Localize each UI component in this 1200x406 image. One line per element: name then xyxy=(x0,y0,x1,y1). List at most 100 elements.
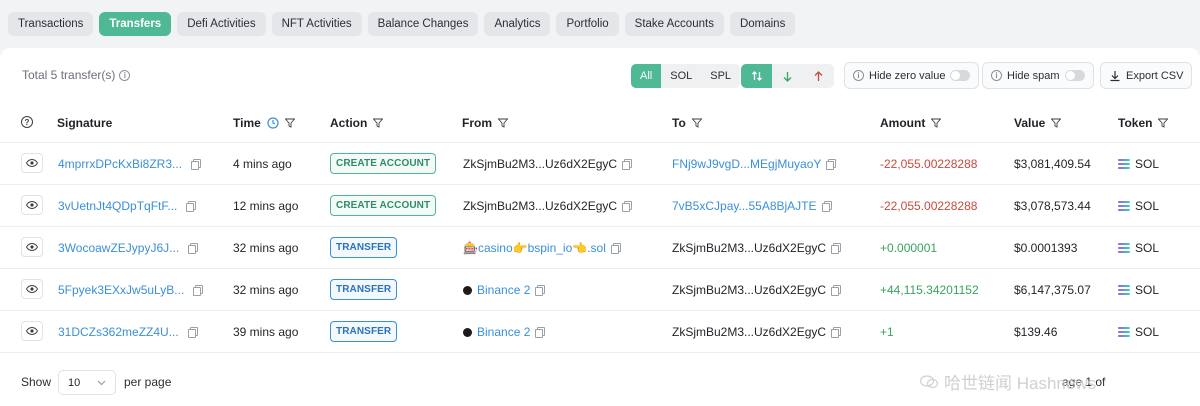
action-badge: CREATE ACCOUNT xyxy=(330,195,437,216)
filter-icon[interactable] xyxy=(1158,118,1169,128)
copy-icon[interactable] xyxy=(535,285,546,296)
signature-cell: 5Fpyek3EXxJw5uLyB... xyxy=(58,283,204,297)
to-cell: FNj9wJ9vgD...MEgjMuyaoY xyxy=(672,157,837,171)
signature-cell: 4mprrxDPcKxBi8ZR3... xyxy=(58,157,202,171)
token-link[interactable]: SOL xyxy=(1135,157,1159,171)
toggle-switch[interactable] xyxy=(950,70,971,81)
page-size-select[interactable]: 10 xyxy=(58,370,116,395)
signature-link[interactable]: 31DCZs362meZZ4U... xyxy=(58,325,179,339)
total-count-label: Total 5 transfer(s) xyxy=(22,68,116,82)
time-cell: 32 mins ago xyxy=(233,241,299,255)
signature-link[interactable]: 3WocoawZEJypyJ6J... xyxy=(58,241,179,255)
from-address-link[interactable]: Binance 2 xyxy=(477,283,530,297)
token-link[interactable]: SOL xyxy=(1135,199,1159,213)
page-size-value: 10 xyxy=(68,376,81,389)
copy-icon[interactable] xyxy=(186,201,197,212)
per-page-label: per page xyxy=(124,375,172,389)
action-badge: CREATE ACCOUNT xyxy=(330,153,437,174)
filter-icon[interactable] xyxy=(284,118,295,128)
tab-stake-accounts[interactable]: Stake Accounts xyxy=(624,12,724,36)
export-csv-button[interactable]: Export CSV xyxy=(1100,62,1193,89)
column-to: To xyxy=(672,116,702,130)
from-address-link[interactable]: 🎰casino👉bspin_io👈.sol xyxy=(463,241,606,255)
tab-nft-activities[interactable]: NFT Activities xyxy=(271,12,362,36)
filter-outgoing-button[interactable] xyxy=(803,64,834,88)
swap-vertical-icon xyxy=(751,71,762,81)
view-details-button[interactable] xyxy=(21,321,43,341)
info-icon: i xyxy=(991,70,1002,81)
copy-icon[interactable] xyxy=(187,327,198,338)
copy-icon[interactable] xyxy=(622,159,633,170)
token-link[interactable]: SOL xyxy=(1135,325,1159,339)
to-address[interactable]: ZkSjmBu2M3...Uz6dX2EgyC xyxy=(672,241,826,255)
tab-defi-activities[interactable]: Defi Activities xyxy=(177,12,266,36)
copy-icon[interactable] xyxy=(622,201,633,212)
show-label: Show xyxy=(21,375,52,389)
tab-portfolio[interactable]: Portfolio xyxy=(556,12,619,36)
filter-spl-button[interactable]: SPL xyxy=(701,64,740,88)
filter-icon[interactable] xyxy=(931,118,942,128)
copy-icon[interactable] xyxy=(831,285,842,296)
from-address[interactable]: ZkSjmBu2M3...Uz6dX2EgyC xyxy=(463,199,617,213)
filter-all-button[interactable]: All xyxy=(631,64,662,88)
filter-icon[interactable] xyxy=(1051,118,1062,128)
signature-link[interactable]: 3vUetnJt4QDpTqFtF... xyxy=(58,199,177,213)
filter-both-directions-button[interactable] xyxy=(741,64,772,88)
view-details-button[interactable] xyxy=(21,195,43,215)
hide-zero-value-toggle[interactable]: i Hide zero value xyxy=(844,62,980,89)
table-row: 5Fpyek3EXxJw5uLyB... 32 mins ago TRANSFE… xyxy=(0,269,1200,311)
copy-icon[interactable] xyxy=(193,285,204,296)
copy-icon[interactable] xyxy=(831,243,842,254)
help-icon[interactable]: ? xyxy=(21,116,33,128)
signature-link[interactable]: 5Fpyek3EXxJw5uLyB... xyxy=(58,283,184,297)
tab-balance-changes[interactable]: Balance Changes xyxy=(367,12,479,36)
column-action: Action xyxy=(330,116,384,130)
solana-icon xyxy=(1118,159,1130,169)
to-address[interactable]: ZkSjmBu2M3...Uz6dX2EgyC xyxy=(672,283,826,297)
hide-spam-toggle[interactable]: i Hide spam xyxy=(982,62,1094,89)
filter-incoming-button[interactable] xyxy=(772,64,803,88)
token-link[interactable]: SOL xyxy=(1135,283,1159,297)
hide-spam-label: Hide spam xyxy=(1007,69,1060,82)
filter-sol-button[interactable]: SOL xyxy=(661,64,701,88)
token-link[interactable]: SOL xyxy=(1135,241,1159,255)
view-details-button[interactable] xyxy=(21,153,43,173)
info-icon[interactable]: i xyxy=(119,69,131,81)
solana-icon xyxy=(1118,243,1130,253)
copy-icon[interactable] xyxy=(821,201,832,212)
filter-icon[interactable] xyxy=(373,118,384,128)
to-address[interactable]: ZkSjmBu2M3...Uz6dX2EgyC xyxy=(672,325,826,339)
token-cell: SOL xyxy=(1118,199,1159,213)
toggle-switch[interactable] xyxy=(1064,70,1085,81)
tab-transactions[interactable]: Transactions xyxy=(8,12,94,36)
filter-icon[interactable] xyxy=(498,118,508,128)
copy-icon[interactable] xyxy=(191,159,202,170)
column-time: Time xyxy=(233,116,295,130)
binance-icon xyxy=(463,285,472,295)
to-address-link[interactable]: 7vB5xCJpay...55A8BjAJTE xyxy=(672,199,817,213)
tab-analytics[interactable]: Analytics xyxy=(484,12,551,36)
filter-icon[interactable] xyxy=(691,118,702,128)
from-address-link[interactable]: Binance 2 xyxy=(477,325,530,339)
view-details-button[interactable] xyxy=(21,279,43,299)
to-address-link[interactable]: FNj9wJ9vgD...MEgjMuyaoY xyxy=(672,157,821,171)
export-csv-label: Export CSV xyxy=(1126,69,1184,82)
from-address[interactable]: ZkSjmBu2M3...Uz6dX2EgyC xyxy=(463,157,617,171)
tab-domains[interactable]: Domains xyxy=(729,12,796,36)
signature-link[interactable]: 4mprrxDPcKxBi8ZR3... xyxy=(58,157,182,171)
eye-icon xyxy=(26,243,38,251)
copy-icon[interactable] xyxy=(535,327,546,338)
copy-icon[interactable] xyxy=(188,243,199,254)
copy-icon[interactable] xyxy=(610,243,621,254)
column-amount-label: Amount xyxy=(880,116,926,130)
table-row: 3WocoawZEJypyJ6J... 32 mins ago TRANSFER… xyxy=(0,227,1200,269)
value-cell: $139.46 xyxy=(1014,325,1058,339)
copy-icon[interactable] xyxy=(831,327,842,338)
copy-icon[interactable] xyxy=(826,159,837,170)
eye-icon xyxy=(26,327,38,335)
download-icon xyxy=(1110,70,1120,81)
action-badge: TRANSFER xyxy=(330,321,398,342)
view-details-button[interactable] xyxy=(21,237,43,257)
tab-transfers[interactable]: Transfers xyxy=(99,12,172,36)
clock-icon[interactable] xyxy=(267,117,279,129)
